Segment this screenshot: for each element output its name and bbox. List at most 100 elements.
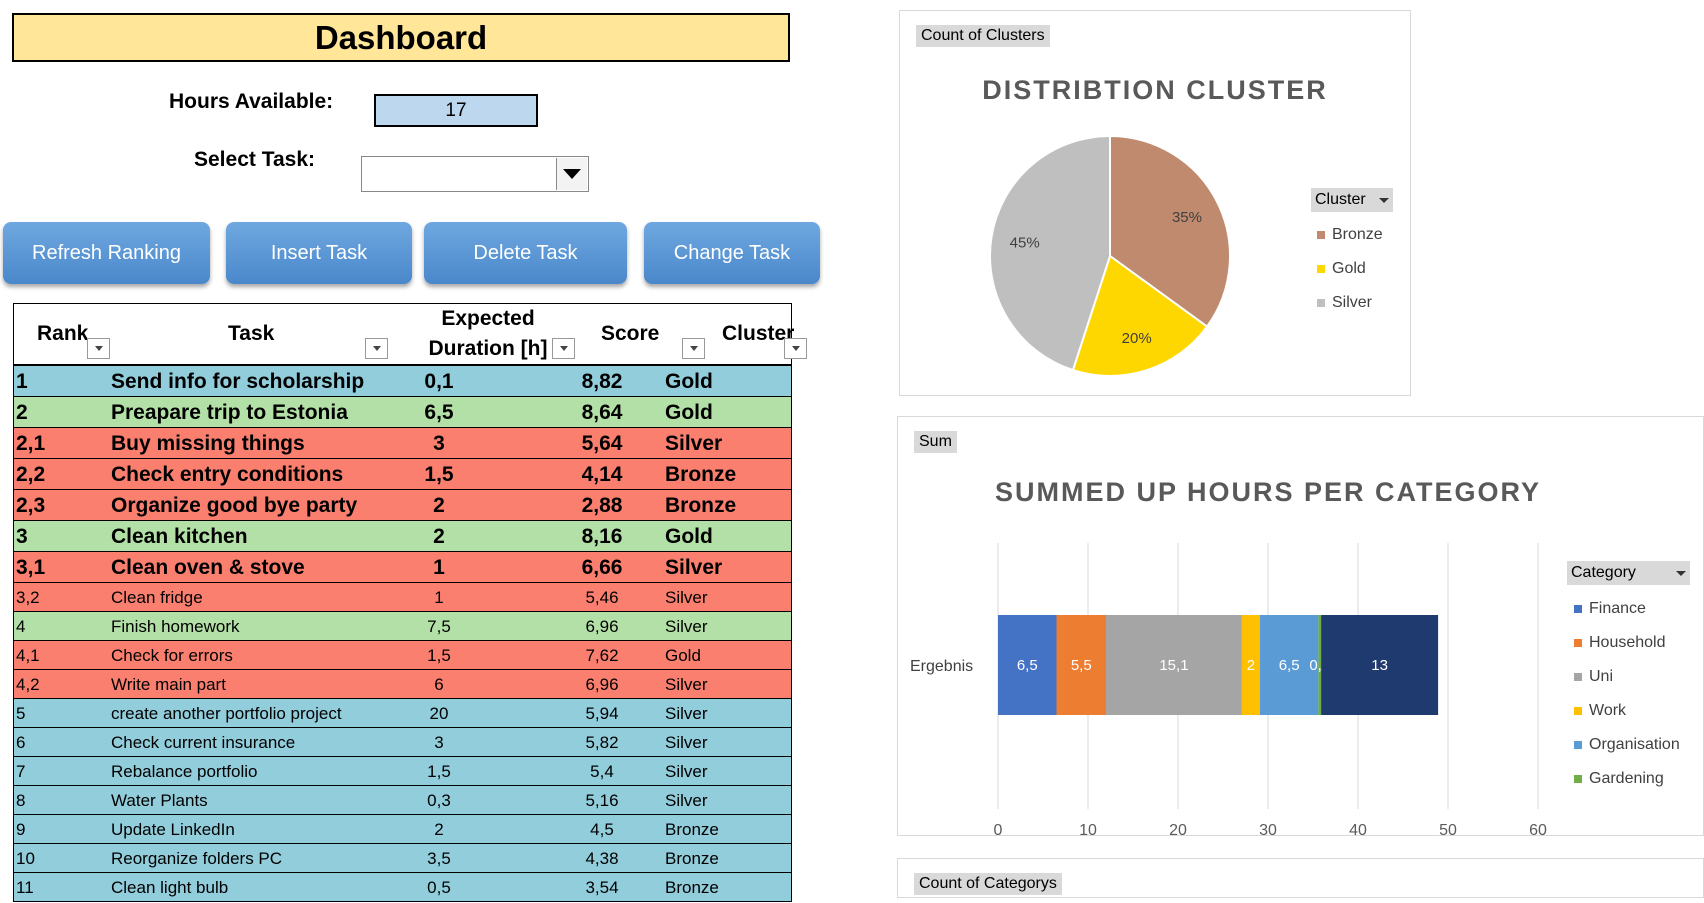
- cell-rank: 4,2: [16, 675, 40, 694]
- cell-rank: 2,3: [16, 494, 46, 517]
- cluster-legend-filter[interactable]: Cluster: [1311, 188, 1393, 212]
- bar-data-label: 6,5: [1017, 657, 1038, 674]
- cell-cluster: Silver: [665, 791, 708, 810]
- cell-task: Water Plants: [111, 791, 208, 810]
- cell-task: Write main part: [111, 675, 226, 694]
- cell-rank: 2: [16, 401, 28, 424]
- table-row[interactable]: 3,2 Clean fridge 1 5,46 Silver: [14, 583, 791, 612]
- filter-duration-button[interactable]: [552, 338, 575, 359]
- chevron-down-icon: [689, 346, 698, 351]
- cell-task: Reorganize folders PC: [111, 849, 283, 868]
- filter-cluster-button[interactable]: [784, 338, 807, 359]
- table-row[interactable]: 5 create another portfolio project 20 5,94 S…: [14, 699, 791, 728]
- cell-score: 6,96: [585, 617, 619, 636]
- cell-score: 4,14: [581, 463, 623, 486]
- cell-duration: 3,5: [427, 849, 451, 868]
- category-label: Ergebnis: [910, 658, 973, 675]
- cell-duration: 6: [434, 675, 444, 694]
- table-row[interactable]: 8 Water Plants 0,3 5,16 Silver: [14, 786, 791, 815]
- table-row[interactable]: 2,2 Check entry conditions 1,5 4,14 Bronze: [14, 459, 791, 490]
- cell-cluster: Silver: [665, 733, 708, 752]
- cell-rank: 9: [16, 820, 26, 839]
- legend-swatch: [1574, 741, 1582, 749]
- x-tick-label: 50: [1439, 822, 1457, 835]
- table-row[interactable]: 2,1 Buy missing things 3 5,64 Silver: [14, 428, 791, 459]
- table-row[interactable]: 2,3 Organize good bye party 2 2,88 Bronze: [14, 490, 791, 521]
- x-tick-label: 40: [1349, 822, 1367, 835]
- legend-item-organisation: Organisation: [1574, 736, 1680, 754]
- category-legend-filter[interactable]: Category: [1567, 561, 1690, 585]
- legend-item-work: Work: [1574, 702, 1626, 720]
- select-task-label: Select Task:: [194, 148, 316, 171]
- x-tick-label: 20: [1169, 822, 1187, 835]
- filter-task-button[interactable]: [365, 338, 388, 359]
- header-rank: Rank: [37, 322, 89, 345]
- filter-rank-button[interactable]: [87, 338, 110, 359]
- chevron-down-icon: [559, 346, 568, 351]
- cell-rank: 2,1: [16, 432, 46, 455]
- table-row[interactable]: 4,1 Check for errors 1,5 7,62 Gold: [14, 641, 791, 670]
- table-row[interactable]: 11 Clean light bulb 0,5 3,54 Bronze: [14, 873, 791, 902]
- cell-score: 5,16: [585, 791, 619, 810]
- legend-label: Gardening: [1589, 770, 1664, 787]
- header-duration: Expected Duration [h]: [412, 304, 564, 364]
- cell-rank: 1: [16, 370, 28, 393]
- table-row[interactable]: 9 Update LinkedIn 2 4,5 Bronze: [14, 815, 791, 844]
- cell-duration: 0,1: [424, 370, 454, 393]
- table-row[interactable]: 6 Check current insurance 3 5,82 Silver: [14, 728, 791, 757]
- legend-swatch: [1574, 639, 1582, 647]
- cell-duration: 6,5: [424, 401, 454, 424]
- legend-label: Uni: [1589, 668, 1614, 685]
- table-row[interactable]: 4,2 Write main part 6 6,96 Silver: [14, 670, 791, 699]
- refresh-ranking-button[interactable]: Refresh Ranking: [3, 222, 210, 284]
- cell-rank: 6: [16, 733, 26, 752]
- x-tick-label: 10: [1079, 822, 1097, 835]
- legend-label: Gold: [1332, 260, 1366, 277]
- count-of-categorys-field-button[interactable]: Count of Categorys: [914, 873, 1062, 895]
- legend-label: Bronze: [1332, 226, 1383, 243]
- cell-score: 2,88: [581, 494, 623, 517]
- dashboard-title: Dashboard: [12, 13, 790, 62]
- cell-task: Organize good bye party: [111, 494, 358, 517]
- pie-data-label: 35%: [1172, 209, 1202, 226]
- cell-score: 4,5: [590, 820, 614, 839]
- cell-duration: 0,5: [427, 878, 451, 897]
- hours-available-input[interactable]: 17: [374, 94, 538, 127]
- cell-duration: 20: [429, 704, 449, 723]
- table-row[interactable]: 1 Send info for scholarship 0,1 8,82 Gold: [14, 366, 791, 397]
- table-row[interactable]: 2 Preapare trip to Estonia 6,5 8,64 Gold: [14, 397, 791, 428]
- bar-data-label: 13: [1371, 657, 1388, 674]
- insert-task-button[interactable]: Insert Task: [226, 222, 412, 284]
- table-header: Rank Task Expected Duration [h] Score Cl…: [14, 304, 807, 366]
- delete-task-button[interactable]: Delete Task: [424, 222, 627, 284]
- cell-cluster: Bronze: [665, 878, 719, 897]
- cell-score: 6,96: [585, 675, 619, 694]
- table-row[interactable]: 4 Finish homework 7,5 6,96 Silver: [14, 612, 791, 641]
- legend-item-finance: Finance: [1574, 600, 1646, 618]
- cell-cluster: Bronze: [665, 463, 737, 486]
- table-row[interactable]: 3 Clean kitchen 2 8,16 Gold: [14, 521, 791, 552]
- bar-chart-panel: Sum SUMMED UP HOURS PER CATEGORY 0 10 20 30…: [897, 416, 1704, 836]
- x-tick-label: 60: [1529, 822, 1547, 835]
- cell-task: Check for errors: [111, 646, 233, 665]
- legend-item-gold: Gold: [1317, 260, 1366, 278]
- cell-score: 7,62: [585, 646, 619, 665]
- cell-cluster: Silver: [665, 704, 708, 723]
- change-task-button[interactable]: Change Task: [644, 222, 820, 284]
- table-row[interactable]: 7 Rebalance portfolio 1,5 5,4 Silver: [14, 757, 791, 786]
- cell-duration: 1: [434, 588, 444, 607]
- chevron-down-icon: [1379, 197, 1389, 203]
- chevron-down-icon[interactable]: [556, 158, 587, 190]
- select-task-dropdown[interactable]: [361, 156, 589, 192]
- chevron-down-icon: [94, 346, 103, 351]
- cell-rank: 11: [16, 878, 34, 897]
- legend-item-household: Household: [1574, 634, 1666, 652]
- chevron-down-icon: [791, 346, 800, 351]
- cell-score: 5,82: [585, 733, 619, 752]
- table-row[interactable]: 3,1 Clean oven & stove 1 6,66 Silver: [14, 552, 791, 583]
- cell-rank: 10: [16, 849, 35, 868]
- cell-score: 5,4: [590, 762, 614, 781]
- table-row[interactable]: 10 Reorganize folders PC 3,5 4,38 Bronze: [14, 844, 791, 873]
- filter-score-button[interactable]: [682, 338, 705, 359]
- legend-swatch: [1574, 775, 1582, 783]
